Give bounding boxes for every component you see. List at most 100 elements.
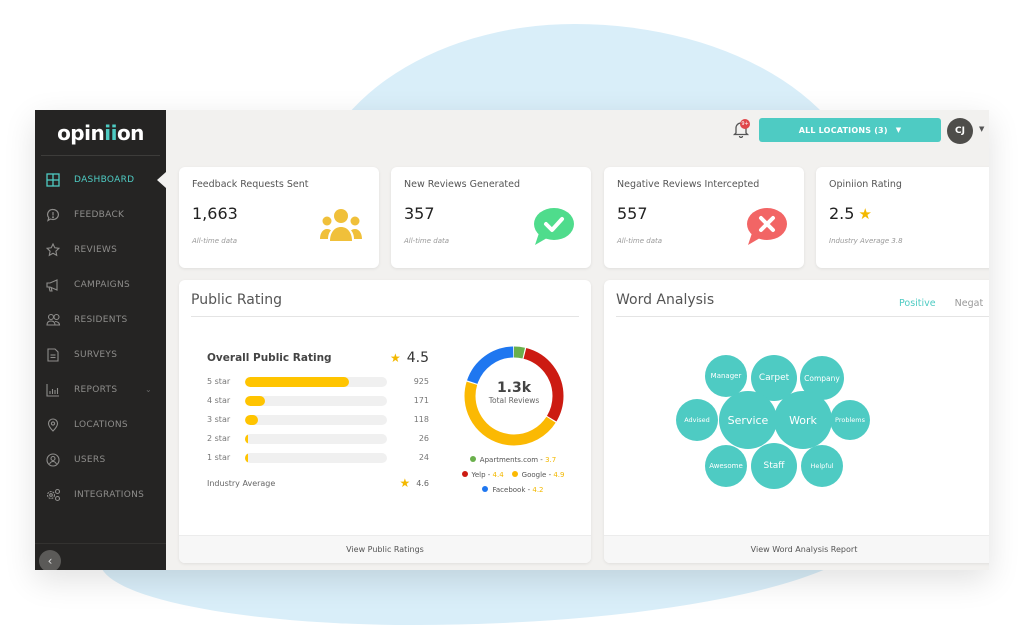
view-public-ratings-link[interactable]: View Public Ratings	[179, 535, 591, 563]
bar-chart-icon	[45, 382, 61, 398]
logo[interactable]: opin ii on	[41, 110, 160, 156]
word-bubble-advised[interactable]: Advised	[676, 399, 718, 441]
page: opin ii on DASHBOARD FEEDBACK REVIEWS CAM	[0, 0, 1024, 635]
check-bubble-icon	[534, 208, 574, 245]
stat-title: Negative Reviews Intercepted	[617, 179, 760, 190]
sidebar-item-reviews[interactable]: REVIEWS	[35, 232, 166, 267]
sidebar-item-campaigns[interactable]: CAMPAIGNS	[35, 267, 166, 302]
divider	[35, 543, 166, 544]
stat-title: Feedback Requests Sent	[192, 179, 309, 190]
rating-row: 3 star 118	[207, 410, 429, 429]
logo-accent: ii	[104, 120, 117, 145]
sidebar-item-label: DASHBOARD	[74, 174, 135, 185]
grid-icon	[45, 172, 61, 188]
overall-rating-label: Overall Public Rating	[207, 352, 332, 364]
donut-legend: Apartments.com - 3.7 Yelp - 4.4 Google - 4…	[447, 453, 579, 498]
legend-label: Facebook	[492, 486, 526, 494]
legend-line: Facebook - 4.2	[447, 483, 579, 498]
donut-center: 1.3k Total Reviews	[463, 380, 565, 405]
sidebar-item-label: INTEGRATIONS	[74, 489, 145, 500]
sidebar-item-reports[interactable]: REPORTS ⌄	[35, 372, 166, 407]
rating-row: 1 star 24	[207, 448, 429, 467]
legend-rating: 3.7	[545, 456, 557, 464]
chevron-left-icon: ‹	[47, 554, 53, 568]
tab-negative[interactable]: Negat	[955, 298, 984, 309]
legend-label: Google	[521, 471, 547, 479]
sidebar-item-dashboard[interactable]: DASHBOARD	[35, 162, 166, 197]
overall-rating-value: ★ 4.5	[390, 350, 429, 366]
rating-row-count: 26	[418, 434, 429, 443]
document-icon	[45, 347, 61, 363]
avatar[interactable]: CJ	[947, 118, 973, 144]
caret-down-icon[interactable]: ▼	[979, 125, 984, 133]
stat-number: 357	[404, 204, 435, 223]
group-icon	[320, 209, 362, 241]
tab-positive[interactable]: Positive	[899, 298, 936, 309]
total-reviews-label: Total Reviews	[488, 396, 540, 405]
chevron-down-icon[interactable]: ⌄	[145, 385, 152, 394]
star-icon	[45, 242, 61, 258]
rating-row: 4 star 171	[207, 391, 429, 410]
word-bubble-service[interactable]: Service	[719, 391, 777, 449]
rating-row-count: 171	[413, 396, 429, 405]
sidebar-item-label: SURVEYS	[74, 349, 118, 360]
legend-dot	[461, 471, 468, 477]
star-icon: ★	[389, 351, 401, 365]
legend-dot	[511, 471, 518, 477]
rating-row-count: 118	[413, 415, 429, 424]
collapse-sidebar-button[interactable]: ‹	[39, 550, 61, 570]
user-circle-icon	[45, 452, 61, 468]
rating-bar-track	[245, 395, 387, 406]
stat-card-feedback-requests: Feedback Requests Sent 1,663 All-time da…	[179, 167, 379, 268]
view-word-analysis-link[interactable]: View Word Analysis Report	[604, 535, 989, 563]
all-locations-dropdown[interactable]: ALL LOCATIONS (3) ▼	[759, 118, 941, 142]
sidebar-item-integrations[interactable]: INTEGRATIONS	[35, 477, 166, 512]
stat-card-new-reviews: New Reviews Generated 357 All-time data	[391, 167, 591, 268]
caret-down-icon: ▼	[895, 126, 902, 134]
stat-value: 2.5 ★	[829, 204, 989, 223]
megaphone-icon	[45, 277, 61, 293]
sidebar-item-label: REPORTS	[74, 384, 118, 395]
word-analysis-panel: Word Analysis Positive Negat Manager Carp…	[604, 280, 989, 563]
divider	[616, 316, 989, 317]
rating-row: 2 star 26	[207, 429, 429, 448]
stat-number: 1,663	[192, 204, 238, 223]
legend-item: Yelp - 4.4	[461, 471, 504, 479]
sidebar-item-label: CAMPAIGNS	[74, 279, 130, 290]
word-bubble-helpful[interactable]: Helpful	[801, 445, 843, 487]
sidebar: opin ii on DASHBOARD FEEDBACK REVIEWS CAM	[35, 110, 166, 570]
sidebar-item-surveys[interactable]: SURVEYS	[35, 337, 166, 372]
sidebar-nav: DASHBOARD FEEDBACK REVIEWS CAMPAIGNS RES…	[35, 156, 166, 512]
notification-badge: 9+	[740, 119, 750, 129]
industry-average-label: Industry Average	[207, 478, 276, 488]
sidebar-item-feedback[interactable]: FEEDBACK	[35, 197, 166, 232]
word-bubble-manager[interactable]: Manager	[705, 355, 747, 397]
sidebar-item-residents[interactable]: RESIDENTS	[35, 302, 166, 337]
stat-title: New Reviews Generated	[404, 179, 521, 190]
legend-label: Apartments.com	[479, 456, 539, 464]
rating-bar-track	[245, 376, 387, 387]
stat-number: 557	[617, 204, 648, 223]
sidebar-item-users[interactable]: USERS	[35, 442, 166, 477]
rating-breakdown: Overall Public Rating ★ 4.5 5 star 925 4 s…	[207, 350, 429, 490]
app-window: opin ii on DASHBOARD FEEDBACK REVIEWS CAM	[35, 110, 989, 570]
industry-average-number: 4.6	[416, 478, 429, 488]
star-icon: ★	[858, 204, 872, 223]
rating-row-count: 24	[418, 453, 429, 462]
logo-text: on	[116, 120, 144, 145]
sidebar-item-locations[interactable]: LOCATIONS	[35, 407, 166, 442]
gears-icon	[45, 487, 61, 503]
chat-alert-icon	[45, 207, 61, 223]
word-bubble-awesome[interactable]: Awesome	[705, 445, 747, 487]
rating-bar-fill	[245, 376, 349, 387]
industry-average-value: ★ 4.6	[400, 476, 430, 490]
legend-dot	[482, 486, 489, 492]
star-icon: ★	[399, 476, 411, 490]
legend-rating: 4.2	[532, 486, 544, 494]
stat-card-opiniion-rating: Opiniion Rating 2.5 ★ Industry Average 3.…	[816, 167, 989, 268]
rating-row-count: 925	[413, 377, 429, 386]
word-bubble-work[interactable]: Work	[774, 391, 832, 449]
word-bubble-problems[interactable]: Problems	[830, 400, 870, 440]
word-bubble-staff[interactable]: Staff	[751, 443, 797, 489]
rating-bar-track	[245, 452, 387, 463]
